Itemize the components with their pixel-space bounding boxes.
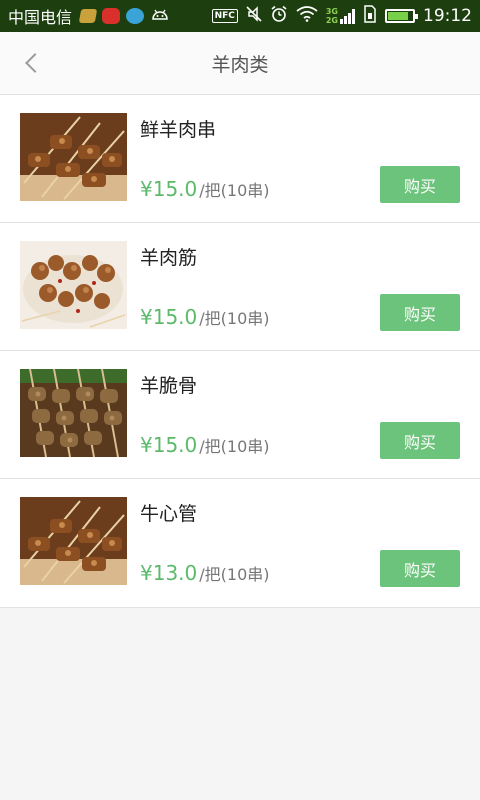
nfc-icon: NFC [211,9,238,23]
price-unit: /把(10串) [199,181,270,200]
product-price: ¥15.0 /把(10串) [140,305,270,329]
product-item[interactable]: 鲜羊肉串 ¥15.0 /把(10串) 购买 [0,95,480,223]
product-name: 羊脆骨 [140,375,198,397]
android-debug-icon [150,6,170,26]
price-unit: /把(10串) [199,437,270,456]
price-amount: ¥13.0 [140,561,198,585]
price-unit: /把(10串) [199,565,270,584]
product-price: ¥15.0 /把(10串) [140,177,270,201]
network-3g-label: 3G [325,7,338,16]
wifi-icon [296,6,318,26]
product-name: 鲜羊肉串 [140,119,217,141]
product-name: 牛心管 [140,503,198,525]
status-bar: 中国电信 NFC 3G 2G 19:12 [0,0,480,32]
battery-icon [385,9,418,23]
system-icons: NFC 3G 2G 19:12 [211,5,472,27]
buy-button[interactable]: 购买 [380,294,460,331]
page-header: 羊肉类 [0,32,480,95]
cleaner-icon [78,9,98,23]
price-amount: ¥15.0 [140,305,198,329]
buy-button[interactable]: 购买 [380,166,460,203]
carrier-name: 中国电信 [8,8,73,27]
price-unit: /把(10串) [199,309,270,328]
signal-bars-icon [340,8,355,24]
product-image [20,497,127,585]
page-title: 羊肉类 [211,53,269,76]
product-image [20,241,127,329]
product-price: ¥13.0 /把(10串) [140,561,270,585]
battery-level [388,12,408,20]
product-name: 羊肉筋 [140,247,198,269]
buy-button[interactable]: 购买 [380,422,460,459]
alarm-icon [270,5,288,27]
product-list: 鲜羊肉串 ¥15.0 /把(10串) 购买 羊肉筋 ¥15.0 /把(10串) … [0,95,480,608]
back-button[interactable] [22,50,44,76]
mobile-signal: 3G 2G [326,7,355,25]
notification-icons [78,6,170,26]
price-amount: ¥15.0 [140,433,198,457]
app-notification-icon [102,8,121,24]
product-item[interactable]: 牛心管 ¥13.0 /把(10串) 购买 [0,479,480,608]
clock: 19:12 [423,6,472,26]
product-price: ¥15.0 /把(10串) [140,433,270,457]
product-image [20,369,127,457]
product-image [20,113,127,201]
network-2g-label: 2G [325,16,338,25]
sim-card-icon [363,5,377,27]
product-item[interactable]: 羊脆骨 ¥15.0 /把(10串) 购买 [0,351,480,479]
product-item[interactable]: 羊肉筋 ¥15.0 /把(10串) 购买 [0,223,480,351]
price-amount: ¥15.0 [140,177,198,201]
muted-icon [246,5,262,27]
buy-button[interactable]: 购买 [380,550,460,587]
weather-app-icon [126,8,145,24]
